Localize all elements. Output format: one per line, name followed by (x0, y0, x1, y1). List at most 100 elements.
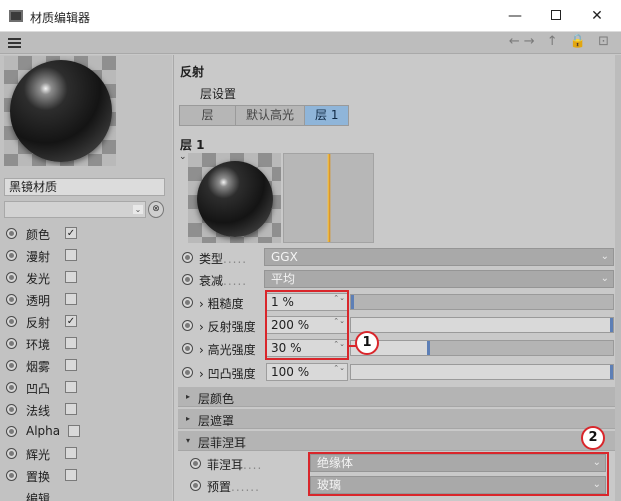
bump-strength-slider[interactable] (350, 364, 614, 380)
channel-checkbox[interactable] (68, 425, 80, 437)
specular-strength-label: › 高光强度 (199, 343, 256, 357)
tab-layer-1[interactable]: 层 1 (305, 106, 349, 125)
radio-icon[interactable] (6, 426, 17, 437)
radio-icon[interactable] (6, 382, 17, 393)
stepper-icon[interactable]: ⌃⌄ (333, 365, 345, 372)
param-type: 类型..... GGX ⌄ (174, 247, 621, 268)
fold-layer-fresnel[interactable]: ▾ 层菲涅耳 (178, 431, 616, 451)
slider-knob[interactable] (426, 341, 430, 355)
close-button[interactable]: ✕ (577, 4, 617, 28)
channel-fog[interactable]: 烟雾 (0, 355, 172, 377)
falloff-value: 平均 (271, 272, 296, 286)
falloff-dropdown[interactable]: 平均 ⌄ (264, 270, 614, 288)
channel-checkbox[interactable] (65, 469, 77, 481)
radio-icon[interactable] (182, 252, 193, 263)
radio-icon[interactable] (6, 448, 17, 459)
tab-layer[interactable]: 层 (180, 106, 236, 125)
channel-environment[interactable]: 环境 (0, 333, 172, 355)
specular-curve (327, 154, 331, 242)
radio-icon[interactable] (182, 343, 193, 354)
slider-knob[interactable] (610, 365, 613, 379)
channel-bump[interactable]: 凹凸 (0, 377, 172, 399)
chevron-down-icon[interactable]: ⌄ (133, 205, 143, 214)
bump-strength-field[interactable]: 100 % ⌃⌄ (266, 363, 348, 381)
channel-label: 凹凸 (26, 382, 51, 396)
channel-checkbox[interactable] (65, 403, 77, 415)
radio-icon[interactable] (182, 320, 193, 331)
navigation-icons[interactable]: ←→ ↑ 🔒 ⊡ (509, 34, 613, 49)
label-dots: ..... (223, 274, 248, 288)
fold-label: 层颜色 (198, 392, 235, 406)
channel-glow[interactable]: 辉光 (0, 443, 172, 465)
app-icon (9, 10, 23, 22)
picker-icon[interactable]: ⊗ (148, 201, 164, 218)
slider-knob[interactable] (610, 318, 613, 332)
fold-layer-mask[interactable]: ▸ 层遮罩 (178, 409, 616, 429)
roughness-slider[interactable] (350, 294, 614, 310)
material-preview[interactable] (4, 56, 116, 166)
maximize-button[interactable] (536, 4, 576, 28)
channel-displacement[interactable]: 置换 (0, 465, 172, 487)
radio-icon[interactable] (6, 316, 17, 327)
reflect-strength-slider[interactable] (350, 317, 614, 333)
radio-icon[interactable] (190, 458, 201, 469)
channel-luminance[interactable]: 发光 (0, 267, 172, 289)
channel-checkbox[interactable] (65, 293, 77, 305)
radio-icon[interactable] (6, 272, 17, 283)
radio-icon[interactable] (182, 297, 193, 308)
channel-checkbox[interactable]: ✓ (65, 315, 77, 327)
fold-label: 层菲涅耳 (198, 436, 247, 450)
fold-layer-color[interactable]: ▸ 层颜色 (178, 387, 616, 407)
channel-transparency[interactable]: 透明 (0, 289, 172, 311)
radio-icon[interactable] (6, 360, 17, 371)
channel-checkbox[interactable] (65, 337, 77, 349)
specular-strength-slider[interactable] (350, 340, 614, 356)
material-dropdown[interactable]: ⌄ (4, 201, 146, 218)
channel-diffuse[interactable]: 漫射 (0, 245, 172, 267)
channel-alpha[interactable]: Alpha (0, 421, 172, 443)
radio-icon[interactable] (182, 274, 193, 285)
channel-reflectance[interactable]: 反射 ✓ (0, 311, 172, 333)
channel-checkbox[interactable]: ✓ (65, 227, 77, 239)
minimize-button[interactable]: — (495, 4, 535, 28)
radio-icon[interactable] (6, 404, 17, 415)
collapse-arrow-icon[interactable]: ⌄ (179, 152, 187, 162)
channel-checkbox[interactable] (65, 249, 77, 261)
radio-icon[interactable] (6, 470, 17, 481)
channel-checkbox[interactable] (65, 359, 77, 371)
channel-normal[interactable]: 法线 (0, 399, 172, 421)
channel-checkbox[interactable] (65, 271, 77, 283)
radio-icon[interactable] (6, 250, 17, 261)
slider-knob[interactable] (350, 295, 354, 309)
channel-label: 环境 (26, 338, 51, 352)
channel-label: Alpha (26, 424, 61, 438)
specular-curve-graph (283, 153, 374, 243)
channel-checkbox[interactable] (65, 447, 77, 459)
window-title: 材质编辑器 (30, 11, 91, 25)
hamburger-menu-icon[interactable] (8, 38, 21, 48)
collapse-arrow-icon: ▾ (186, 436, 191, 445)
radio-icon[interactable] (6, 228, 17, 239)
type-dropdown[interactable]: GGX ⌄ (264, 248, 614, 266)
channel-checkbox[interactable] (65, 381, 77, 393)
radio-icon[interactable] (190, 480, 201, 491)
radio-icon[interactable] (6, 294, 17, 305)
maximize-icon (551, 10, 561, 20)
radio-icon[interactable] (182, 367, 193, 378)
roughness-label: › 粗糙度 (199, 297, 244, 311)
tab-default-specular[interactable]: 默认高光 (236, 106, 306, 125)
radio-icon[interactable] (6, 338, 17, 349)
param-reflect-strength: › 反射强度 200 % ⌃⌄ (174, 315, 621, 336)
vertical-scrollbar[interactable] (615, 55, 621, 501)
channel-edit[interactable]: 编辑 (0, 487, 172, 501)
channel-label: 颜色 (26, 228, 51, 242)
channel-color[interactable]: 颜色 ✓ (0, 223, 172, 245)
annotation-badge-2: 2 (581, 426, 605, 450)
material-name-field[interactable]: 黑镜材质 (4, 178, 165, 196)
param-bump-strength: › 凹凸强度 100 % ⌃⌄ (174, 362, 621, 383)
label-dots: ...... (231, 480, 260, 494)
menu-bar: ←→ ↑ 🔒 ⊡ (0, 32, 621, 54)
param-roughness: › 粗糙度 1 % ⌃⌄ (174, 292, 621, 313)
channel-label: 烟雾 (26, 360, 51, 374)
channel-list: 颜色 ✓ 漫射 发光 透明 反射 ✓ 环境 烟雾 凹凸 法线 Alpha 辉光 置换… (0, 223, 172, 501)
